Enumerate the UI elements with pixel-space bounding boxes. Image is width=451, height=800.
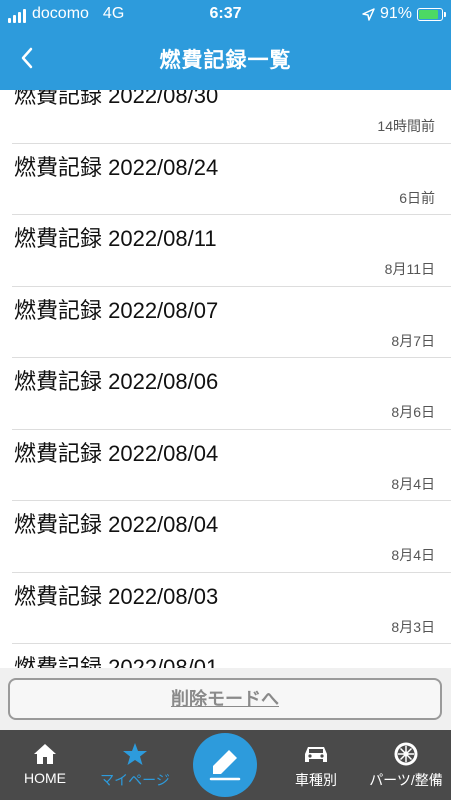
list-item[interactable]: 燃費記録 2022/08/01 xyxy=(12,644,451,668)
list-item-title: 燃費記録 2022/08/04 xyxy=(14,440,219,466)
list-item-title: 燃費記録 2022/08/07 xyxy=(14,297,219,323)
record-list[interactable]: 燃費記録 2022/08/30 14時間前 燃費記録 2022/08/24 6日前 … xyxy=(0,90,451,668)
list-item-title: 燃費記録 2022/08/01 xyxy=(14,655,219,668)
list-item-title: 燃費記録 2022/08/11 xyxy=(14,226,217,251)
tab-car-type-label: 車種別 xyxy=(295,772,337,788)
delete-mode-bar: 削除モードへ xyxy=(0,668,451,730)
car-icon xyxy=(305,747,327,762)
list-item-date: 8月11日 xyxy=(384,261,435,277)
home-icon xyxy=(34,744,56,764)
list-item-date: 14時間前 xyxy=(377,118,435,134)
battery-percent: 91% xyxy=(379,5,412,22)
list-item[interactable]: 燃費記録 2022/08/03 8月3日 xyxy=(12,573,451,644)
list-item-title: 燃費記録 2022/08/30 xyxy=(14,90,219,108)
list-item-title: 燃費記録 2022/08/03 xyxy=(14,583,219,609)
list-item[interactable]: 燃費記録 2022/08/04 8月4日 xyxy=(12,501,451,573)
delete-mode-button[interactable]: 削除モードへ xyxy=(8,678,442,720)
page-title: 燃費記録一覧 xyxy=(159,49,292,72)
list-item-date: 8月7日 xyxy=(391,332,435,349)
list-item[interactable]: 燃費記録 2022/08/24 6日前 xyxy=(12,144,451,215)
list-item-title: 燃費記録 2022/08/04 xyxy=(14,512,219,537)
tab-parts-label: パーツ/整備 xyxy=(369,772,443,788)
list-item-date: 8月6日 xyxy=(391,404,435,420)
tab-mypage[interactable]: マイページ xyxy=(90,730,180,800)
location-arrow-icon xyxy=(362,7,375,21)
tab-parts[interactable]: パーツ/整備 xyxy=(361,730,451,800)
tab-car-type[interactable]: 車種別 xyxy=(271,730,361,800)
list-item[interactable]: 燃費記録 2022/08/07 8月7日 xyxy=(12,287,451,358)
list-item[interactable]: 燃費記録 2022/08/06 8月6日 xyxy=(12,358,451,430)
list-item-title: 燃費記録 2022/08/24 xyxy=(14,154,219,180)
list-item-date: 8月4日 xyxy=(391,547,435,563)
list-item[interactable]: 燃費記録 2022/08/30 14時間前 xyxy=(12,90,451,144)
star-icon xyxy=(123,743,147,765)
battery-icon xyxy=(417,7,446,21)
list-item-title: 燃費記録 2022/08/06 xyxy=(14,369,219,394)
list-item-date: 6日前 xyxy=(399,189,435,206)
tab-mypage-label: マイページ xyxy=(100,772,170,788)
list-item[interactable]: 燃費記録 2022/08/04 8月4日 xyxy=(12,430,451,501)
list-item-date: 8月3日 xyxy=(391,618,435,635)
status-bar: docomo 4G 6:37 91% xyxy=(0,0,451,30)
list-item-date: 8月4日 xyxy=(391,475,435,492)
tab-home-label: HOME xyxy=(24,770,66,786)
list-item[interactable]: 燃費記録 2022/08/11 8月11日 xyxy=(12,215,451,287)
wheel-icon xyxy=(394,742,418,766)
app-header: docomo 4G 6:37 91% 燃費記録一覧 xyxy=(0,0,451,90)
tab-home[interactable]: HOME xyxy=(0,730,90,800)
new-record-button[interactable] xyxy=(193,733,257,797)
pencil-icon xyxy=(209,750,241,781)
